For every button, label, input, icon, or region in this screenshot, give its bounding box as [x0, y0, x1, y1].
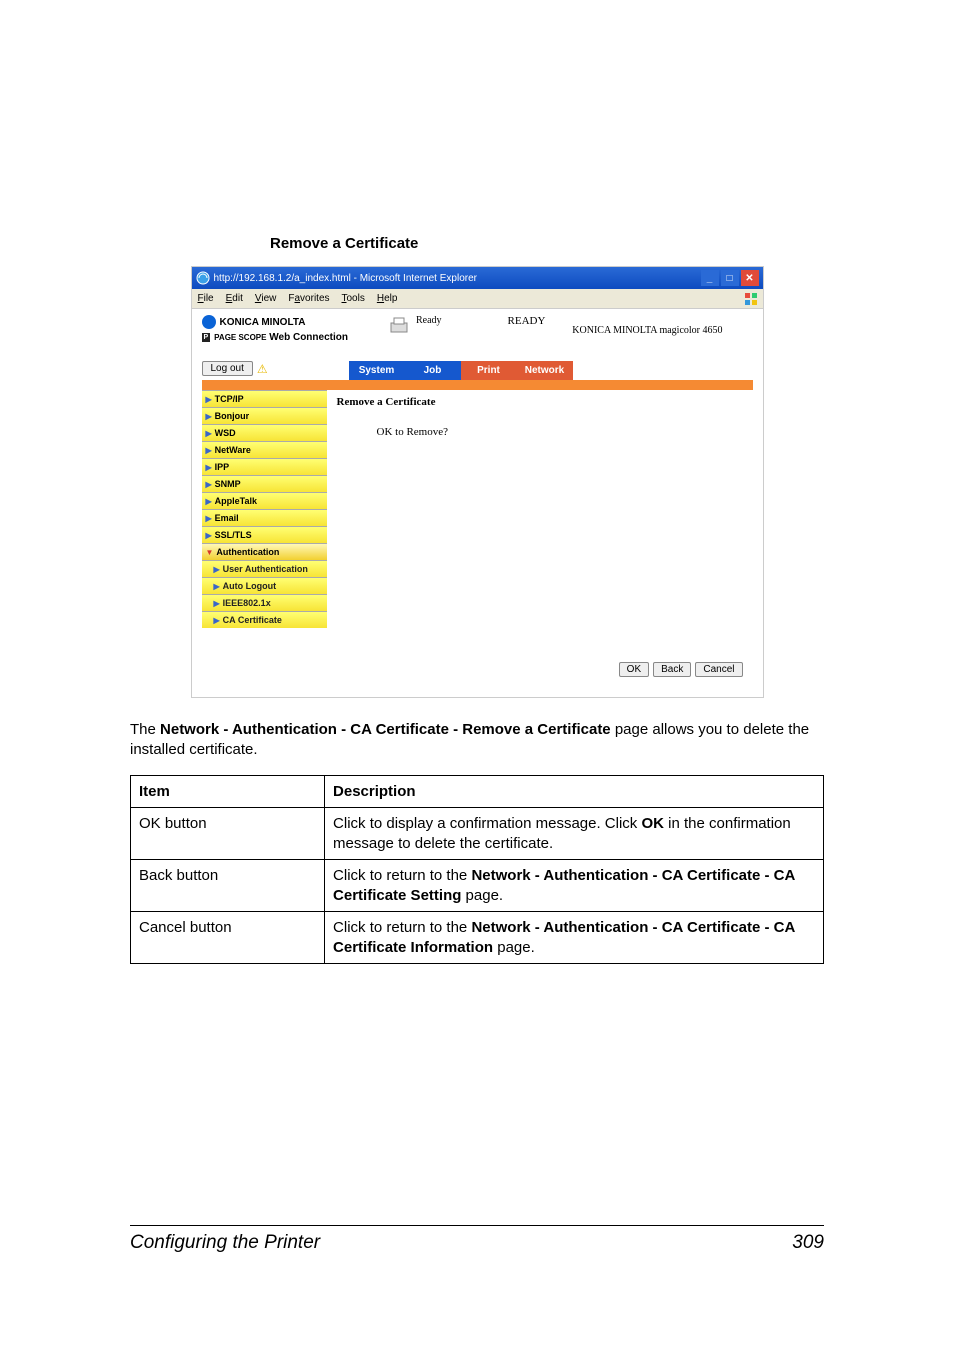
- tab-system[interactable]: System: [349, 361, 405, 380]
- sidebar-item-user-authentication[interactable]: ▶User Authentication: [202, 560, 327, 577]
- ie-icon: [196, 271, 210, 285]
- menu-favorites[interactable]: Favorites: [288, 293, 329, 304]
- sidebar-item-auto-logout[interactable]: ▶Auto Logout: [202, 577, 327, 594]
- sidebar-item-netware[interactable]: ▶NetWare: [202, 441, 327, 458]
- web-connection-label: PAGE SCOPE Web Connection: [214, 332, 348, 343]
- footer-title: Configuring the Printer: [130, 1232, 320, 1254]
- browser-titlebar: http://192.168.1.2/a_index.html - Micros…: [192, 267, 763, 289]
- description-table: Item Description OK button Click to disp…: [130, 775, 824, 965]
- status-ready-small: Ready: [416, 315, 442, 326]
- cancel-button[interactable]: Cancel: [695, 662, 742, 677]
- logout-button[interactable]: Log out: [202, 361, 253, 376]
- tab-bar: System Job Print Network: [349, 361, 573, 380]
- sidebar-item-wsd[interactable]: ▶WSD: [202, 424, 327, 441]
- brand-logo-icon: [202, 315, 216, 329]
- printer-model: KONICA MINOLTA magicolor 4650: [572, 315, 722, 343]
- description-text: The Network - Authentication - CA Certif…: [130, 720, 824, 761]
- sidebar-item-email[interactable]: ▶Email: [202, 509, 327, 526]
- dialog-buttons: OK Back Cancel: [192, 652, 763, 697]
- status-ready-big: READY: [508, 315, 546, 327]
- sidebar-item-ssltls[interactable]: ▶SSL/TLS: [202, 526, 327, 543]
- menu-tools[interactable]: Tools: [342, 293, 365, 304]
- menu-help[interactable]: Help: [377, 293, 398, 304]
- orange-divider: [202, 380, 753, 390]
- sidebar-item-snmp[interactable]: ▶SNMP: [202, 475, 327, 492]
- page-number: 309: [792, 1232, 824, 1254]
- table-row: OK button Click to display a confirmatio…: [131, 808, 824, 860]
- menu-edit[interactable]: Edit: [226, 293, 243, 304]
- browser-title-text: http://192.168.1.2/a_index.html - Micros…: [214, 273, 477, 284]
- back-button[interactable]: Back: [653, 662, 691, 677]
- menu-view[interactable]: View: [255, 293, 277, 304]
- sidebar-item-ca-certificate[interactable]: ▶CA Certificate: [202, 611, 327, 628]
- pagescope-badge: P: [202, 333, 211, 342]
- tab-print[interactable]: Print: [461, 361, 517, 380]
- table-header-item: Item: [131, 775, 325, 808]
- tab-network[interactable]: Network: [517, 361, 573, 380]
- printer-icon: [388, 315, 410, 337]
- sidebar-item-tcpip[interactable]: ▶TCP/IP: [202, 390, 327, 407]
- brand-name: KONICA MINOLTA: [220, 317, 306, 328]
- page-header: KONICA MINOLTA P PAGE SCOPE Web Connecti…: [192, 309, 763, 343]
- maximize-button[interactable]: □: [721, 270, 739, 286]
- table-row: Cancel button Click to return to the Net…: [131, 912, 824, 964]
- table-header-description: Description: [325, 775, 824, 808]
- tab-job[interactable]: Job: [405, 361, 461, 380]
- minimize-button[interactable]: _: [701, 270, 719, 286]
- content-title: Remove a Certificate: [337, 396, 743, 408]
- sidebar-item-authentication[interactable]: ▼Authentication: [202, 543, 327, 560]
- sidebar-item-bonjour[interactable]: ▶Bonjour: [202, 407, 327, 424]
- content-message: OK to Remove?: [377, 426, 743, 438]
- browser-window: http://192.168.1.2/a_index.html - Micros…: [191, 266, 764, 698]
- menu-file[interactable]: File: [198, 293, 214, 304]
- content-pane: Remove a Certificate OK to Remove?: [327, 390, 753, 652]
- page-footer: Configuring the Printer 309: [130, 1225, 824, 1254]
- sidebar-item-ipp[interactable]: ▶IPP: [202, 458, 327, 475]
- table-row: Back button Click to return to the Netwo…: [131, 860, 824, 912]
- sidebar-item-appletalk[interactable]: ▶AppleTalk: [202, 492, 327, 509]
- sidebar-item-ieee8021x[interactable]: ▶IEEE802.1x: [202, 594, 327, 611]
- warning-icon: ⚠: [257, 362, 268, 376]
- windows-flag-icon: [743, 291, 759, 307]
- sidebar: ▶TCP/IP ▶Bonjour ▶WSD ▶NetWare ▶IPP ▶SNM…: [202, 390, 327, 652]
- close-button[interactable]: ✕: [741, 270, 759, 286]
- browser-menubar: File Edit View Favorites Tools Help: [192, 289, 763, 309]
- ok-button[interactable]: OK: [619, 662, 649, 677]
- section-heading: Remove a Certificate: [270, 235, 824, 252]
